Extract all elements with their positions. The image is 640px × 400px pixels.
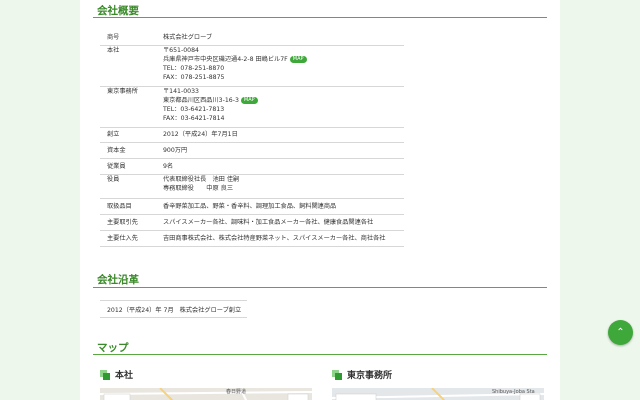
tokyo-map-link[interactable]: MAP bbox=[240, 96, 258, 104]
green-squares-icon bbox=[100, 369, 110, 380]
section-title-map: マップ bbox=[97, 342, 129, 354]
company-info-table: 商号 株式会社グローブ 本社 〒651-0084 兵庫県神戸市中央区磯辺通4-2… bbox=[100, 30, 404, 247]
section-title-history: 会社沿革 bbox=[97, 274, 139, 286]
table-row: 役員 代表取締役社長 池田 佳嗣 専務取締役 中原 良三 bbox=[100, 174, 404, 199]
back-to-top-button[interactable]: ⌃ bbox=[608, 320, 633, 345]
section-divider bbox=[93, 287, 547, 288]
chevron-up-icon: ⌃ bbox=[616, 327, 625, 338]
green-squares-icon bbox=[332, 369, 342, 380]
hq-map-link[interactable]: MAP bbox=[289, 55, 307, 63]
tokyo-map-title: 東京事務所 bbox=[347, 371, 393, 381]
history-date: 2012（平成24）年 7月 bbox=[100, 300, 180, 318]
row-label: 創立 bbox=[100, 127, 163, 143]
row-label: 資本金 bbox=[100, 142, 163, 159]
customers: スパイスメーカー各社、調味料・加工食品メーカー各社、健康食品関連各社 bbox=[163, 214, 404, 231]
hq-map-heading: 本社 bbox=[100, 368, 133, 381]
main-content: 会社概要 商号 株式会社グローブ 本社 〒651-0084 兵庫県神戸市中央区磯… bbox=[80, 0, 560, 400]
table-row: 資本金 900万円 bbox=[100, 142, 404, 159]
founded-date: 2012（平成24）年7月1日 bbox=[163, 127, 404, 143]
table-row: 従業員 9名 bbox=[100, 158, 404, 175]
section-divider bbox=[93, 17, 547, 18]
phone-number: TEL：078-251-8870 bbox=[163, 64, 225, 72]
officer-entry: 代表取締役社長 池田 佳嗣 bbox=[163, 175, 240, 183]
map-place-label: Shibuya-Joba Sta bbox=[492, 389, 535, 395]
tokyo-map[interactable]: Shibuya-Joba Sta bbox=[332, 388, 544, 400]
tokyo-address: 〒141-0033 東京都品川区西品川3-16-3 MAP TEL：03-6421… bbox=[163, 86, 404, 128]
street-address: 東京都品川区西品川3-16-3 bbox=[163, 96, 239, 104]
table-row: 東京事務所 〒141-0033 東京都品川区西品川3-16-3 MAP TEL：0… bbox=[100, 86, 404, 128]
suppliers: 吉田商事株式会社、株式会社特産野菜ネット、スパイスメーカー各社、商社各社 bbox=[163, 230, 404, 247]
hq-address: 〒651-0084 兵庫県神戸市中央区磯辺通4-2-8 田嶋ビル7F MAP TE… bbox=[163, 45, 404, 87]
history-table: 2012（平成24）年 7月 株式会社グローブ創立 bbox=[100, 300, 248, 318]
tokyo-map-heading: 東京事務所 bbox=[332, 368, 392, 381]
table-row: 主要取引先 スパイスメーカー各社、調味料・加工食品メーカー各社、健康食品関連各社 bbox=[100, 214, 404, 231]
postal-code: 〒141-0033 bbox=[163, 87, 199, 95]
phone-number: TEL：03-6421-7813 bbox=[163, 105, 225, 113]
section-divider bbox=[93, 354, 547, 355]
fax-number: FAX：03-6421-7814 bbox=[163, 114, 225, 122]
employee-count: 9名 bbox=[163, 158, 404, 175]
row-label: 東京事務所 bbox=[100, 86, 163, 128]
section-title-overview: 会社概要 bbox=[97, 5, 139, 17]
map-tiles bbox=[100, 388, 312, 400]
officers: 代表取締役社長 池田 佳嗣 専務取締役 中原 良三 bbox=[163, 174, 404, 199]
officer-entry: 専務取締役 中原 良三 bbox=[163, 184, 234, 192]
table-row: 主要仕入先 吉田商事株式会社、株式会社特産野菜ネット、スパイスメーカー各社、商社… bbox=[100, 230, 404, 247]
table-row: 創立 2012（平成24）年7月1日 bbox=[100, 127, 404, 143]
products: 香辛野菜加工品、野菜・香辛料、調理加工食品、飼料関連商品 bbox=[163, 198, 404, 215]
hq-map[interactable]: 春日野道 bbox=[100, 388, 312, 400]
postal-code: 〒651-0084 bbox=[163, 46, 199, 54]
company-name: 株式会社グローブ bbox=[163, 30, 404, 46]
table-row: 本社 〒651-0084 兵庫県神戸市中央区磯辺通4-2-8 田嶋ビル7F MAP… bbox=[100, 45, 404, 87]
capital-value: 900万円 bbox=[163, 142, 404, 159]
table-row: 商号 株式会社グローブ bbox=[100, 30, 404, 46]
table-row: 取扱品目 香辛野菜加工品、野菜・香辛料、調理加工食品、飼料関連商品 bbox=[100, 198, 404, 215]
row-label: 主要取引先 bbox=[100, 214, 163, 231]
hq-map-title: 本社 bbox=[115, 371, 134, 381]
map-place-label: 春日野道 bbox=[226, 389, 247, 395]
row-label: 主要仕入先 bbox=[100, 230, 163, 247]
fax-number: FAX：078-251-8875 bbox=[163, 73, 225, 81]
row-label: 従業員 bbox=[100, 158, 163, 175]
table-row: 2012（平成24）年 7月 株式会社グローブ創立 bbox=[100, 300, 248, 318]
history-event: 株式会社グローブ創立 bbox=[179, 300, 248, 318]
street-address: 兵庫県神戸市中央区磯辺通4-2-8 田嶋ビル7F bbox=[163, 55, 288, 63]
row-label: 取扱品目 bbox=[100, 198, 163, 215]
row-label: 本社 bbox=[100, 45, 163, 87]
row-label: 商号 bbox=[100, 30, 163, 46]
row-label: 役員 bbox=[100, 174, 163, 199]
